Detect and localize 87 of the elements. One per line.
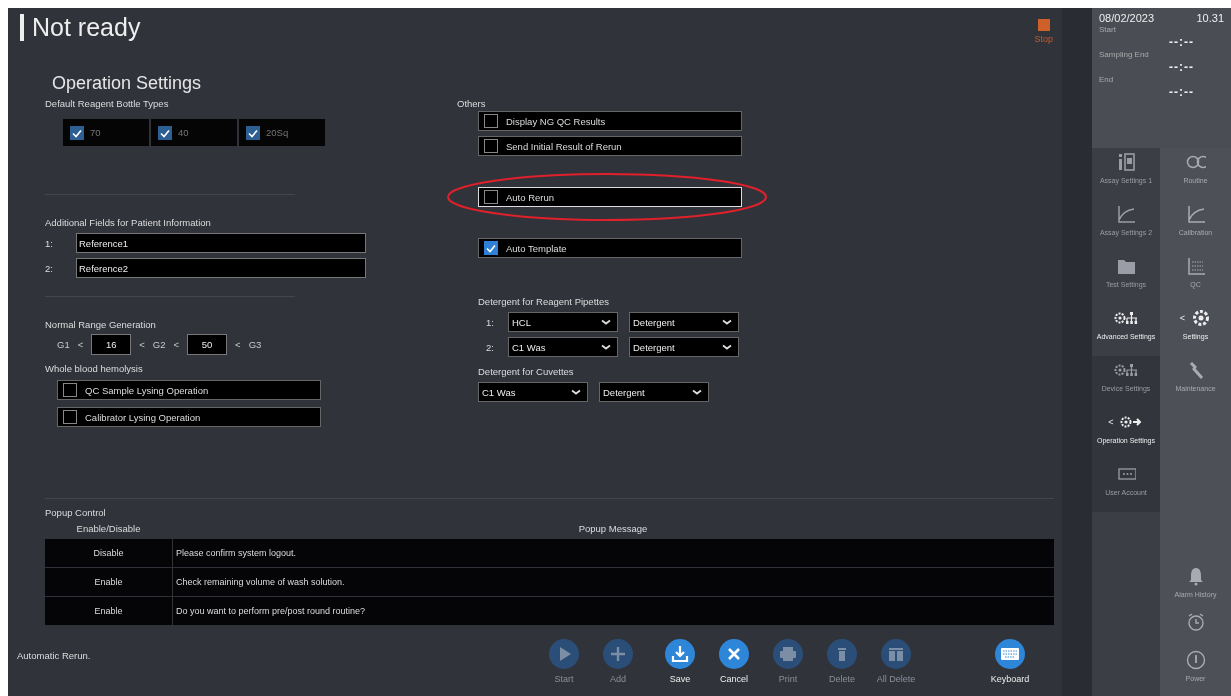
row-index: 1: [485,316,495,328]
dropdown[interactable]: HCL [508,312,618,332]
status-message: Automatic Rerun. [17,650,92,661]
chevron-down-icon [722,319,732,325]
checkbox[interactable] [484,139,498,153]
number-field[interactable]: 16 [91,334,132,355]
checkbox-option[interactable]: Display NG QC Results [478,111,742,131]
time-value: --:-- [1168,85,1195,99]
section-label: Popup Control [45,507,106,518]
time-value: --:-- [1168,35,1195,49]
table-cell-text: Do you want to perform pre/post round routine? [175,606,367,616]
table-cell: Enable [45,597,173,625]
chevron: < [1179,313,1186,323]
dropdown[interactable]: Detergent [599,382,709,402]
dropdown[interactable]: Detergent [629,337,739,357]
toolbar-button[interactable]: Keyboard [983,639,1037,684]
checkbox[interactable] [484,114,498,128]
column-header: Enable/Disable [75,523,142,536]
power-icon [1185,650,1206,670]
toolbar-button[interactable]: Save [653,639,707,684]
checkbox[interactable] [484,190,498,204]
range-label: G3 [248,339,262,350]
chevron-down-icon [571,389,581,395]
number-field[interactable]: 50 [187,334,228,355]
checkbox-option[interactable]: Auto Rerun [478,187,742,207]
table-cell: Enable [45,568,173,596]
page-title: Operation Settings [52,73,203,95]
settings-icon [1191,308,1212,328]
dropdown[interactable]: Detergent [629,312,739,332]
play-icon [549,639,579,669]
checkbox-option[interactable]: Auto Template [478,238,742,258]
toolbar-button[interactable]: Cancel [707,639,761,684]
trash-icon [827,639,857,669]
download-icon [665,639,695,669]
checkbox-option[interactable]: Send Initial Result of Rerun [478,136,742,156]
dropdown[interactable]: C1 Was [508,337,618,357]
table-cell-text: Please confirm system logout. [175,548,298,558]
stop-icon [1037,19,1050,31]
section-label: Others [457,98,486,109]
chevron-down-icon [601,344,611,350]
checkbox[interactable] [63,383,77,397]
range-label: < [173,339,180,350]
row-index: 2: [485,341,495,353]
dropdown[interactable]: C1 Was [478,382,588,402]
section-label: Normal Range Generation [45,319,156,330]
status-title: Not ready [32,13,141,42]
plus-icon [603,639,633,669]
checkbox-option[interactable]: Calibrator Lysing Operation [57,407,321,427]
checkbox-option[interactable]: QC Sample Lysing Operation [57,380,321,400]
range-label: < [77,339,84,350]
range-label: G1 [57,339,70,350]
time-label: Sampling End [1099,50,1150,59]
section-label: Additional Fields for Patient Information [45,217,211,228]
chevron: < [1108,417,1114,427]
time-label: End [1099,75,1115,84]
text-field[interactable]: Reference2 [76,258,366,278]
row-index: 2: [45,262,54,274]
curve-chart-icon [1116,204,1136,224]
printer-icon [773,639,803,669]
column-header: Popup Message [577,523,649,536]
range-label: < [235,339,241,350]
checkbox[interactable] [63,410,77,424]
row-index: 1: [45,237,54,249]
close-icon [719,639,749,669]
clock-text: 10.31 [1196,12,1224,24]
section-label: Default Reagent Bottle Types [45,98,169,109]
text-field[interactable]: Reference1 [76,233,366,253]
section-label: Whole blood hemolysis [45,363,143,374]
chevron-down-icon [722,344,732,350]
table-cell-text: Check remaining volume of wash solution. [175,577,346,587]
time-label: Start [1099,25,1117,34]
keyboard-icon [995,639,1025,669]
trash-icon [881,639,911,669]
section-label: Detergent for Cuvettes [478,366,574,377]
chevron-down-icon [601,319,611,325]
checkbox[interactable] [484,241,498,255]
section-label: Detergent for Reagent Pipettes [478,296,609,307]
chevron-down-icon [692,389,702,395]
time-value: --:-- [1168,60,1195,74]
date-text: 08/02/2023 [1099,12,1155,24]
curve-chart-icon [1185,204,1206,224]
range-label: G2 [152,339,166,350]
info-icon [1116,152,1136,172]
chart-icon [1185,256,1206,276]
alarm-clock-icon [1185,612,1206,632]
table-cell: Disable [45,539,173,567]
range-label: < [139,339,145,350]
